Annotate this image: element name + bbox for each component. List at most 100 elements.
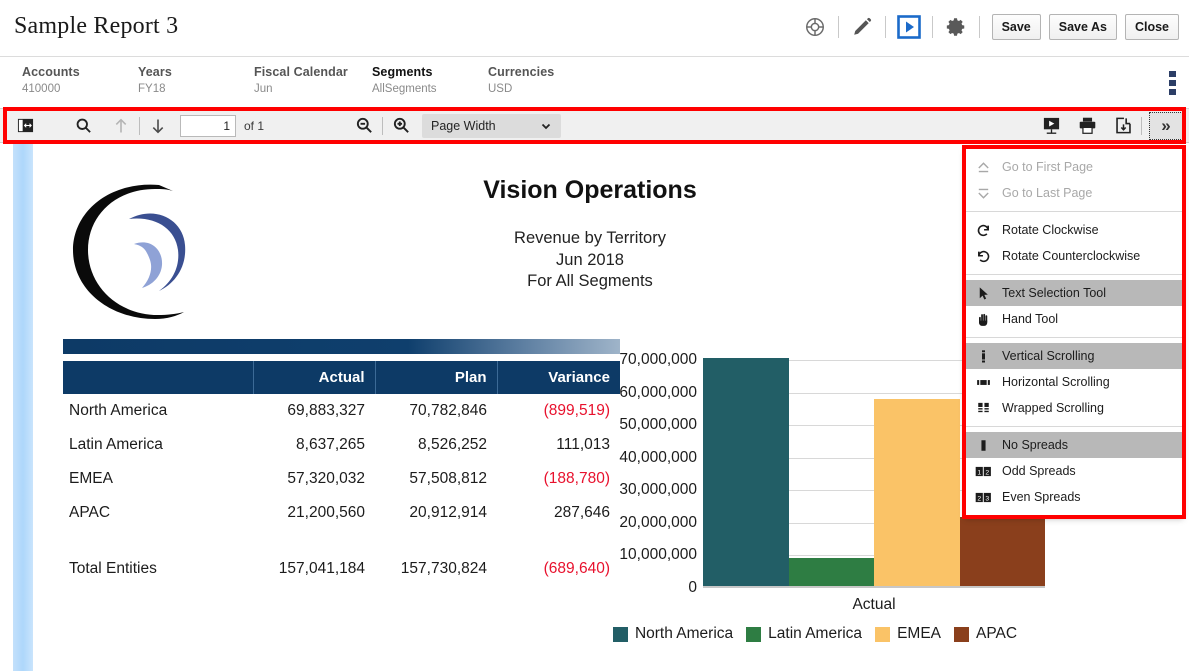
menu-item-vertical-scrolling[interactable]: Vertical Scrolling bbox=[966, 343, 1182, 369]
toolbar-divider-1 bbox=[139, 117, 140, 135]
table-row: Latin America 8,637,265 8,526,252 111,01… bbox=[63, 428, 620, 462]
zoom-in-icon[interactable] bbox=[386, 112, 416, 140]
y-tick-label: 20,000,000 bbox=[619, 514, 697, 532]
total-plan: 157,730,824 bbox=[375, 550, 497, 586]
legend-item-latin-america[interactable]: Latin America bbox=[746, 625, 862, 643]
pov-item-accounts[interactable]: Accounts 410000 bbox=[22, 65, 138, 95]
y-tick-label: 60,000,000 bbox=[619, 384, 697, 402]
lifesaver-icon[interactable] bbox=[796, 10, 834, 44]
legend-swatch bbox=[613, 627, 628, 642]
menu-item-label: Text Selection Tool bbox=[1002, 286, 1106, 300]
cell-plan: 20,912,914 bbox=[375, 496, 497, 530]
pdf-toolbar-right: » bbox=[1036, 112, 1189, 140]
menu-item-horizontal-scrolling[interactable]: Horizontal Scrolling bbox=[966, 369, 1182, 395]
pov-item-currencies[interactable]: Currencies USD bbox=[488, 65, 604, 95]
pdf-toolbar-zoom-group: Page Width bbox=[349, 112, 561, 140]
page-title: Sample Report 3 bbox=[14, 13, 178, 40]
report-viewer-window: Sample Report 3 bbox=[0, 0, 1189, 671]
table-header: Actual Plan Variance bbox=[63, 361, 620, 394]
presentation-mode-icon[interactable] bbox=[1036, 112, 1066, 140]
menu-item-label: Odd Spreads bbox=[1002, 464, 1076, 478]
pencil-icon[interactable] bbox=[843, 10, 881, 44]
legend-item-north-america[interactable]: North America bbox=[613, 625, 733, 643]
page-number-input[interactable] bbox=[180, 115, 236, 137]
menu-item-rotate-counterclockwise[interactable]: Rotate Counterclockwise bbox=[966, 243, 1182, 269]
bar-latin-america[interactable] bbox=[789, 558, 875, 586]
wrapped-scrolling-icon bbox=[974, 401, 992, 416]
pov-item-list: Accounts 410000 Years FY18 Fiscal Calend… bbox=[22, 65, 604, 95]
menu-item-rotate-clockwise[interactable]: Rotate Clockwise bbox=[966, 217, 1182, 243]
svg-text:2: 2 bbox=[977, 495, 981, 502]
menu-item-odd-spreads[interactable]: 1 2 Odd Spreads bbox=[966, 458, 1182, 484]
legend-swatch bbox=[746, 627, 761, 642]
menu-item-label: Wrapped Scrolling bbox=[1002, 401, 1104, 415]
viewer-sidebar-strip[interactable] bbox=[13, 143, 33, 671]
close-button[interactable]: Close bbox=[1125, 14, 1179, 40]
pov-value: Jun bbox=[254, 83, 372, 95]
menu-item-text-selection-tool[interactable]: Text Selection Tool bbox=[966, 280, 1182, 306]
menu-item-no-spreads[interactable]: No Spreads bbox=[966, 432, 1182, 458]
legend-label: Latin America bbox=[768, 625, 862, 643]
cell-plan: 57,508,812 bbox=[375, 462, 497, 496]
more-tools-button[interactable]: » bbox=[1149, 112, 1183, 140]
gear-icon[interactable] bbox=[937, 10, 975, 44]
pov-value: USD bbox=[488, 83, 604, 95]
horizontal-scrolling-icon bbox=[974, 375, 992, 390]
menu-item-go-to-last-page[interactable]: Go to Last Page bbox=[966, 180, 1182, 206]
zoom-out-icon[interactable] bbox=[349, 112, 379, 140]
toggle-sidebar-icon[interactable] bbox=[10, 112, 40, 140]
total-actual: 157,041,184 bbox=[253, 550, 375, 586]
y-tick-label: 50,000,000 bbox=[619, 416, 697, 434]
go-to-last-page-icon bbox=[974, 186, 992, 201]
toolbar-divider-3 bbox=[1141, 117, 1142, 135]
menu-item-label: Vertical Scrolling bbox=[1002, 349, 1094, 363]
column-header-actual: Actual bbox=[253, 361, 375, 394]
play-icon[interactable] bbox=[890, 10, 928, 44]
table-total-row: Total Entities 157,041,184 157,730,824 (… bbox=[63, 550, 620, 586]
report-subtitle: Revenue by Territory Jun 2018 For All Se… bbox=[420, 228, 760, 293]
report-subtitle-line-3: For All Segments bbox=[420, 271, 760, 293]
download-icon[interactable] bbox=[1108, 112, 1138, 140]
bar-slot-north-america bbox=[703, 358, 789, 586]
table-row: EMEA 57,320,032 57,508,812 (188,780) bbox=[63, 462, 620, 496]
next-page-icon[interactable] bbox=[143, 112, 173, 140]
pov-more-menu-icon[interactable] bbox=[1165, 71, 1179, 95]
row-label: APAC bbox=[63, 496, 253, 530]
pov-item-years[interactable]: Years FY18 bbox=[138, 65, 254, 95]
vertical-scrolling-icon bbox=[974, 349, 992, 364]
bar-north-america[interactable] bbox=[703, 358, 789, 586]
pov-item-fiscal-calendar[interactable]: Fiscal Calendar Jun bbox=[254, 65, 372, 95]
find-icon[interactable] bbox=[68, 112, 98, 140]
pdf-toolbar-left: of 1 bbox=[0, 109, 264, 142]
column-header-blank bbox=[63, 361, 253, 394]
pov-item-segments[interactable]: Segments AllSegments bbox=[372, 65, 488, 95]
print-icon[interactable] bbox=[1072, 112, 1102, 140]
menu-item-go-to-first-page[interactable]: Go to First Page bbox=[966, 154, 1182, 180]
menu-item-wrapped-scrolling[interactable]: Wrapped Scrolling bbox=[966, 395, 1182, 421]
menu-item-label: Go to First Page bbox=[1002, 160, 1093, 174]
zoom-level-value: Page Width bbox=[431, 119, 496, 133]
menu-item-label: No Spreads bbox=[1002, 438, 1068, 452]
menu-item-even-spreads[interactable]: 2 3 Even Spreads bbox=[966, 484, 1182, 510]
legend-label: EMEA bbox=[897, 625, 941, 643]
zoom-level-select[interactable]: Page Width bbox=[422, 114, 561, 138]
menu-divider bbox=[966, 337, 1182, 338]
save-as-button[interactable]: Save As bbox=[1049, 14, 1117, 40]
save-button[interactable]: Save bbox=[992, 14, 1041, 40]
pov-value: FY18 bbox=[138, 83, 254, 95]
legend-item-apac[interactable]: APAC bbox=[954, 625, 1017, 643]
previous-page-icon[interactable] bbox=[106, 112, 136, 140]
y-tick-label: 0 bbox=[688, 579, 697, 597]
menu-item-label: Rotate Counterclockwise bbox=[1002, 249, 1140, 263]
legend-label: North America bbox=[635, 625, 733, 643]
bar-apac[interactable] bbox=[960, 517, 1046, 586]
legend-item-emea[interactable]: EMEA bbox=[875, 625, 941, 643]
cell-actual: 69,883,327 bbox=[253, 394, 375, 428]
bar-emea[interactable] bbox=[874, 399, 960, 586]
header-divider-2 bbox=[885, 16, 886, 38]
column-header-plan: Plan bbox=[375, 361, 497, 394]
menu-item-hand-tool[interactable]: Hand Tool bbox=[966, 306, 1182, 332]
cell-actual: 8,637,265 bbox=[253, 428, 375, 462]
even-spreads-icon: 2 3 bbox=[974, 490, 992, 505]
toolbar-divider-2 bbox=[382, 117, 383, 135]
